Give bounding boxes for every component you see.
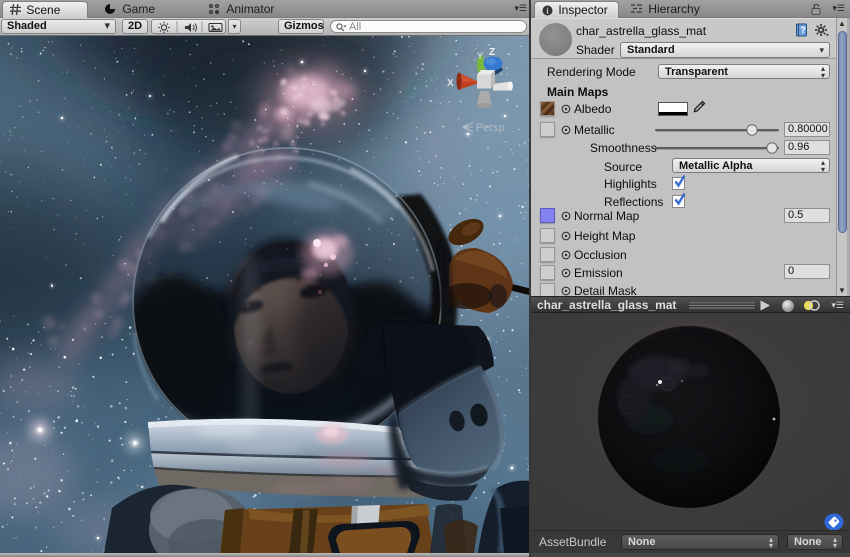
svg-text:?: ? <box>800 25 806 35</box>
svg-text:Persp: Persp <box>476 122 505 134</box>
svg-text:Y: Y <box>477 51 483 61</box>
svg-text:X: X <box>447 78 454 89</box>
svg-text:Z: Z <box>489 47 495 58</box>
